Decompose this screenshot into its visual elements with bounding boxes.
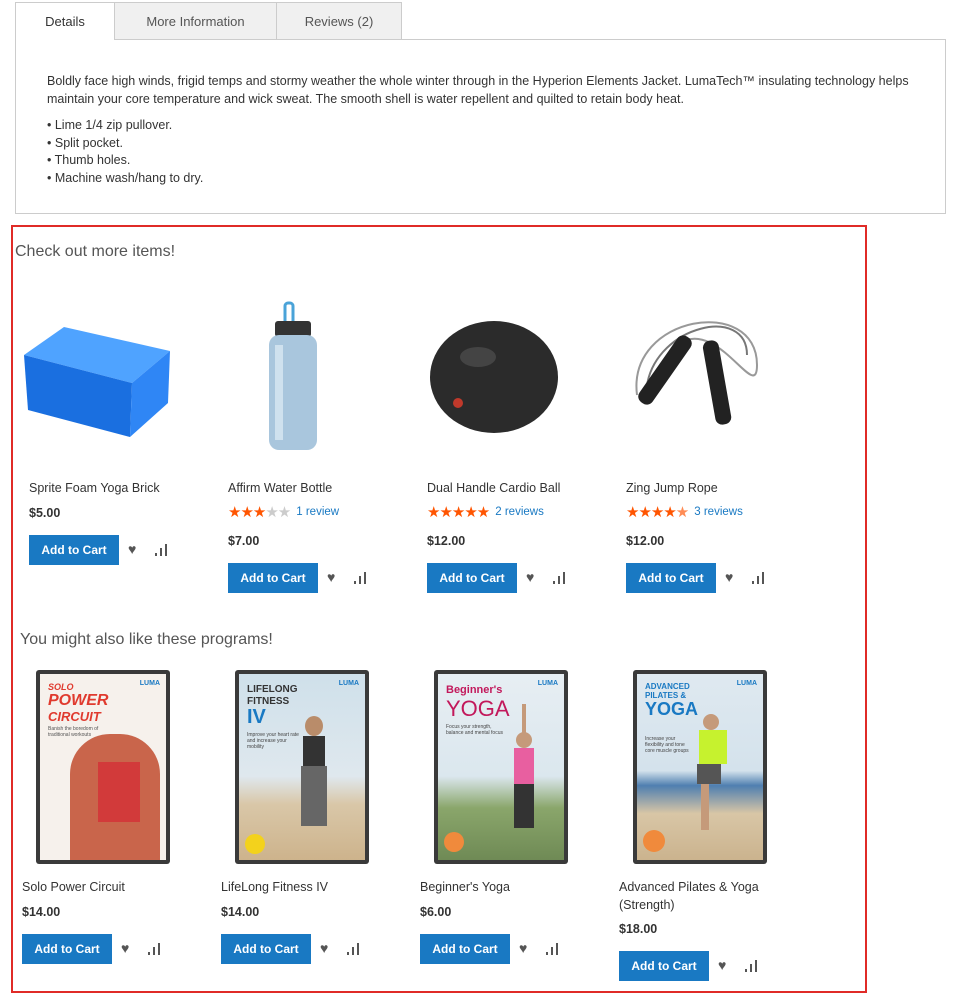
lifelong-fitness-cover[interactable]: LUMA LIFELONG FITNESS IV Improve your he… [235, 670, 369, 864]
tab-reviews[interactable]: Reviews (2) [276, 2, 402, 39]
add-to-cart-button[interactable]: Add to Cart [221, 934, 311, 964]
rating-summary: ★★★★★ 2 reviews [427, 503, 544, 522]
compare-icon[interactable] [546, 943, 560, 955]
heart-icon[interactable]: ♥ [320, 940, 328, 956]
heart-icon[interactable]: ♥ [725, 569, 733, 585]
product-name[interactable]: Sprite Foam Yoga Brick [29, 479, 204, 497]
advanced-pilates-yoga-cover[interactable]: LUMA ADVANCED PILATES & YOGA Increase yo… [633, 670, 767, 864]
heart-icon[interactable]: ♥ [327, 569, 335, 585]
compare-icon[interactable] [354, 572, 368, 584]
yoga-brick-image[interactable] [20, 285, 172, 450]
compare-icon[interactable] [148, 943, 162, 955]
tab-details[interactable]: Details [15, 2, 115, 40]
compare-icon[interactable] [745, 960, 759, 972]
product-price: $5.00 [29, 506, 61, 520]
heart-icon[interactable]: ♥ [128, 541, 136, 557]
details-bullet: Lime 1/4 zip pullover. [47, 117, 925, 135]
rating-summary: ★★★★★ 3 reviews [626, 503, 743, 522]
beginners-yoga-cover[interactable]: LUMA Beginner's YOGA Focus your strength… [434, 670, 568, 864]
product-name[interactable]: Dual Handle Cardio Ball [427, 479, 602, 497]
add-to-cart-button[interactable]: Add to Cart [619, 951, 709, 981]
add-to-cart-button[interactable]: Add to Cart [427, 563, 517, 593]
related-items-title: Check out more items! [15, 243, 176, 260]
product-name[interactable]: Beginner's Yoga [420, 878, 595, 896]
product-name[interactable]: Solo Power Circuit [22, 878, 197, 896]
compare-icon[interactable] [155, 544, 169, 556]
rating-stars: ★★★★★ [626, 504, 689, 521]
product-name[interactable]: LifeLong Fitness IV [221, 878, 396, 896]
cardio-ball-image[interactable] [418, 285, 570, 450]
details-bullets: Lime 1/4 zip pullover. Split pocket. Thu… [47, 117, 925, 187]
add-to-cart-button[interactable]: Add to Cart [22, 934, 112, 964]
rating-stars: ★★★★★ [228, 504, 291, 521]
jump-rope-image[interactable] [617, 285, 769, 450]
heart-icon[interactable]: ♥ [519, 940, 527, 956]
add-to-cart-button[interactable]: Add to Cart [228, 563, 318, 593]
heart-icon[interactable]: ♥ [718, 957, 726, 973]
details-panel: Boldly face high winds, frigid temps and… [15, 39, 946, 214]
compare-icon[interactable] [347, 943, 361, 955]
product-name[interactable]: Zing Jump Rope [626, 479, 801, 497]
details-bullet: Machine wash/hang to dry. [47, 170, 925, 188]
add-to-cart-button[interactable]: Add to Cart [420, 934, 510, 964]
heart-icon[interactable]: ♥ [526, 569, 534, 585]
rating-summary: ★★★★★ 1 review [228, 503, 339, 522]
compare-icon[interactable] [553, 572, 567, 584]
add-to-cart-button[interactable]: Add to Cart [29, 535, 119, 565]
product-price: $12.00 [427, 534, 466, 548]
details-bullet: Split pocket. [47, 135, 925, 153]
add-to-cart-button[interactable]: Add to Cart [626, 563, 716, 593]
details-bullet: Thumb holes. [47, 152, 925, 170]
product-name[interactable]: Advanced Pilates & Yoga (Strength) [619, 878, 794, 914]
reviews-link[interactable]: 1 review [296, 506, 339, 518]
solo-power-circuit-cover[interactable]: LUMA SOLO POWER CIRCUIT Banish the bored… [36, 670, 170, 864]
tab-more-information[interactable]: More Information [114, 2, 277, 39]
product-price: $14.00 [22, 905, 61, 919]
compare-icon[interactable] [752, 572, 766, 584]
product-price: $6.00 [420, 905, 452, 919]
reviews-link[interactable]: 3 reviews [694, 506, 743, 518]
water-bottle-image[interactable] [219, 285, 371, 450]
product-price: $14.00 [221, 905, 260, 919]
heart-icon[interactable]: ♥ [121, 940, 129, 956]
details-description: Boldly face high winds, frigid temps and… [47, 74, 909, 106]
related-programs-title: You might also like these programs! [20, 631, 273, 648]
product-price: $18.00 [619, 922, 658, 936]
reviews-link[interactable]: 2 reviews [495, 506, 544, 518]
product-price: $7.00 [228, 534, 260, 548]
product-name[interactable]: Affirm Water Bottle [228, 479, 403, 497]
product-price: $12.00 [626, 534, 665, 548]
rating-stars: ★★★★★ [427, 504, 490, 521]
